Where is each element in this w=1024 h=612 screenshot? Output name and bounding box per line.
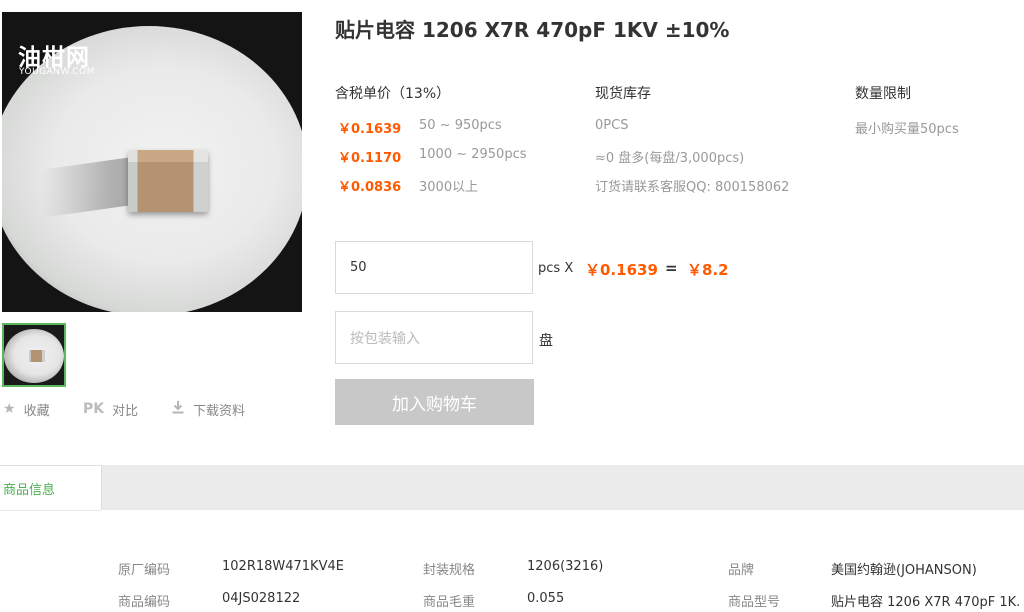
info-value: 04JS028122 [222,591,301,606]
limit-header: 数量限制 [855,86,911,102]
add-to-cart-button[interactable]: 加入购物车 [335,379,534,425]
tab-product-info[interactable]: 商品信息 [0,465,101,510]
tier-range: 50 ~ 950pcs [419,118,502,133]
stock-reels: ≈0 盘多(每盘/3,000pcs) [595,151,745,166]
pk-icon: PK [83,401,105,417]
info-label: 原厂编码 [118,563,171,578]
tier-price: ￥0.1639 [338,122,402,137]
reel-input[interactable]: 按包装输入 [335,311,533,364]
calc-total: ￥8.2 [687,259,729,280]
favorite-button[interactable]: ★ 收藏 [3,398,50,420]
quantity-input[interactable]: 50 [335,241,533,294]
price-header: 含税单价（13%） [335,86,451,102]
price-tier: ￥0.1639 [338,118,401,137]
info-label: 商品编码 [118,595,171,610]
download-label: 下载资料 [193,403,246,419]
compare-button[interactable]: PK 对比 [83,398,138,420]
tier-price: ￥0.0836 [338,180,402,195]
reel-unit: 盘 [539,333,553,349]
min-order: 最小购买量50pcs [855,122,959,137]
thumbnail-chip [29,350,45,362]
watermark-logo-domain: YOUGANW.COM [19,67,95,77]
info-label: 封装规格 [423,563,476,578]
equals-sign: = [665,259,678,277]
info-value: 102R18W471KV4E [222,559,344,574]
info-value: 1206(3216) [527,559,604,574]
info-label: 商品型号 [728,595,781,610]
tab-bar [0,465,1024,510]
info-value: 0.055 [527,591,565,606]
tier-price: ￥0.1170 [338,151,402,166]
product-main-image: 油柑网 YOUGANW.COM [2,12,302,312]
compare-label: 对比 [112,403,139,419]
favorite-label: 收藏 [23,403,50,419]
star-icon: ★ [3,401,16,417]
tab-underline [0,510,101,511]
reel-placeholder: 按包装输入 [350,330,420,347]
calc-equals: = [665,259,678,277]
info-value: 贴片电容 1206 X7R 470pF 1K. [831,595,1021,610]
price-tier: ￥0.1170 [338,147,401,166]
product-thumbnail[interactable] [2,323,66,387]
stock-quantity: 0PCS [595,118,629,133]
download-icon [171,400,185,418]
total-price: ￥8.2 [687,261,729,279]
info-value: 美国约翰逊(JOHANSON) [831,563,977,578]
unit-price: ￥0.1639 [585,261,658,279]
unit-label: pcs [538,261,561,276]
tier-range: 3000以上 [419,180,479,195]
quantity-unit: pcs X [538,261,573,276]
info-label: 品牌 [728,563,755,578]
price-tier: ￥0.0836 [338,176,401,195]
times-sign: X [564,261,574,276]
stock-header: 现货库存 [595,86,651,102]
info-label: 商品毛重 [423,595,476,610]
quantity-value: 50 [350,260,367,275]
download-datasheet-button[interactable]: 下载资料 [171,398,245,420]
product-title: 贴片电容 1206 X7R 470pF 1KV ±10% [335,18,730,42]
stock-contact: 订货请联系客服QQ: 800158062 [595,180,790,195]
capacitor-chip-image [128,150,208,212]
tab-divider [101,465,102,510]
tier-range: 1000 ~ 2950pcs [419,147,527,162]
calc-unit-price: ￥0.1639 [585,259,658,280]
